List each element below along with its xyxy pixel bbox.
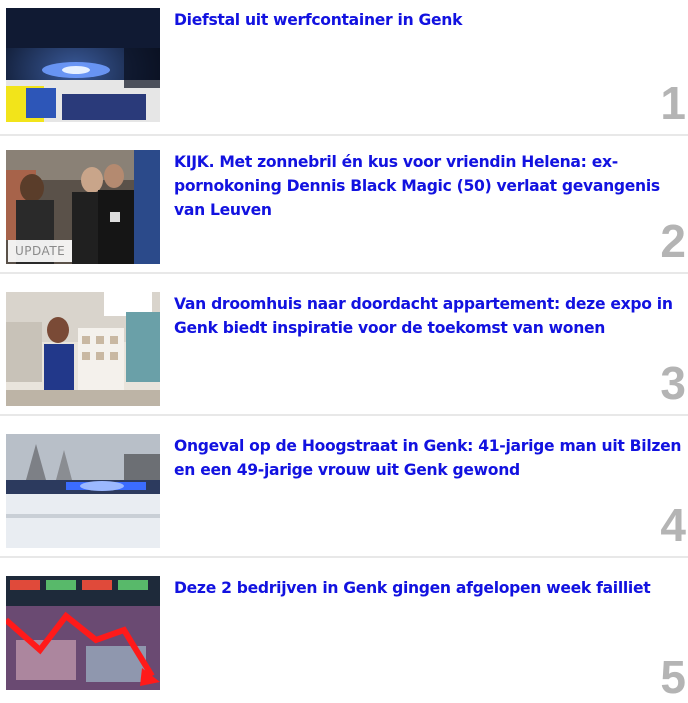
rank-number: 3: [660, 357, 686, 409]
woman-at-expo-photo: [6, 292, 160, 406]
article-thumbnail[interactable]: [6, 434, 160, 548]
rank-number: 2: [660, 215, 686, 267]
police-car-photo: [6, 8, 160, 122]
article-headline[interactable]: Deze 2 bedrijven in Genk gingen afgelope…: [174, 576, 682, 600]
list-item[interactable]: Deze 2 bedrijven in Genk gingen afgelope…: [0, 564, 688, 700]
article-thumbnail[interactable]: [6, 576, 160, 690]
article-headline[interactable]: Diefstal uit werfcontainer in Genk: [174, 8, 682, 32]
article-thumbnail[interactable]: [6, 8, 160, 122]
article-thumbnail[interactable]: [6, 292, 160, 406]
stock-chart-falling-photo: [6, 576, 160, 690]
emergency-vehicle-photo: [6, 434, 160, 548]
article-headline[interactable]: Ongeval op de Hoogstraat in Genk: 41-jar…: [174, 434, 682, 482]
rank-number: 5: [660, 651, 686, 703]
list-item[interactable]: Diefstal uit werfcontainer in Genk 1: [0, 0, 688, 136]
rank-number: 4: [660, 499, 686, 551]
list-item[interactable]: Van droomhuis naar doordacht appartement…: [0, 280, 688, 416]
article-thumbnail[interactable]: UPDATE: [6, 150, 160, 264]
article-headline[interactable]: Van droomhuis naar doordacht appartement…: [174, 292, 682, 340]
list-item[interactable]: UPDATE KIJK. Met zonnebril én kus voor v…: [0, 138, 688, 274]
update-badge: UPDATE: [8, 240, 73, 262]
rank-number: 1: [660, 77, 686, 129]
article-headline[interactable]: KIJK. Met zonnebril én kus voor vriendin…: [174, 150, 682, 222]
list-item[interactable]: Ongeval op de Hoogstraat in Genk: 41-jar…: [0, 422, 688, 558]
